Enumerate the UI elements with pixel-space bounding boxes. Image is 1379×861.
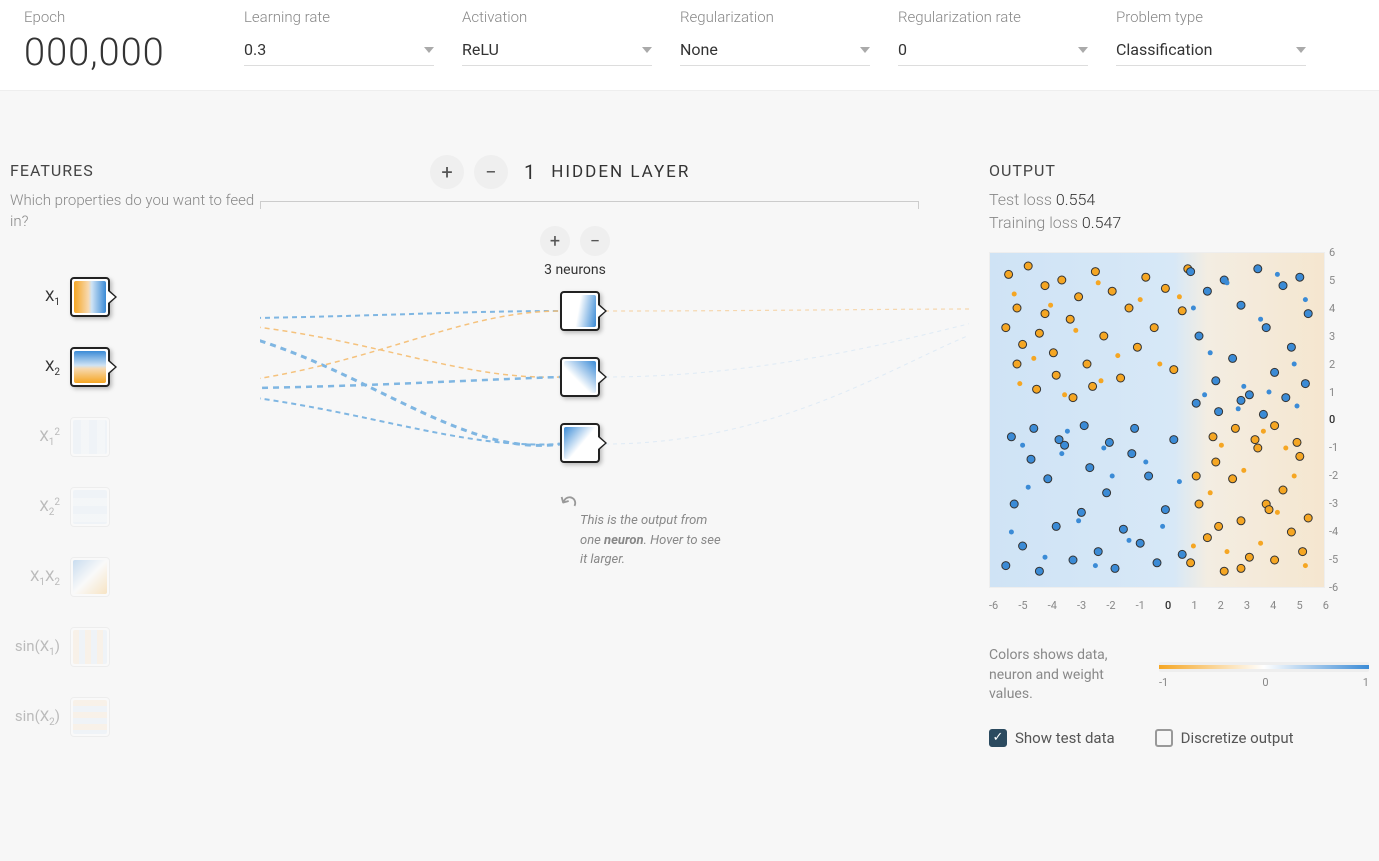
feature-x1-label: X1	[10, 287, 60, 308]
output-checkboxes: ✓ Show test data Discretize output	[989, 729, 1369, 747]
chevron-down-icon	[642, 47, 652, 53]
problem-type-group: Problem type Classification	[1102, 8, 1320, 72]
color-legend: Colors shows data, neuron and weight val…	[989, 646, 1369, 705]
regularization-group: Regularization None	[666, 8, 884, 72]
problem-type-label: Problem type	[1116, 8, 1306, 26]
learning-rate-group: Learning rate 0.3	[230, 8, 448, 72]
feature-x2sq-label: X22	[10, 497, 60, 518]
top-controls-bar: Epoch 000,000 Learning rate 0.3 Activati…	[0, 0, 1379, 91]
chevron-down-icon	[424, 47, 434, 53]
epoch-group: Epoch 000,000	[10, 8, 230, 72]
feature-list: X1 X2 X12 X22 X1X2 sin(X1)	[10, 262, 260, 752]
feature-x1sq-node[interactable]	[70, 417, 110, 457]
feature-x2-label: X2	[10, 357, 60, 378]
features-subtitle: Which properties do you want to feed in?	[10, 190, 260, 232]
output-chart: 6543210-1-2-3-4-5-6 -6-5-4-3-2-10123456	[989, 246, 1359, 606]
learning-rate-value: 0.3	[244, 40, 266, 59]
activation-select[interactable]: ReLU	[462, 34, 652, 66]
hidden-layer-count: 1	[524, 160, 535, 184]
output-scatter-svg	[989, 252, 1325, 588]
callout-arrow-icon: ↶	[553, 488, 581, 519]
checkbox-checked-icon: ✓	[989, 729, 1007, 747]
training-loss-value: 0.547	[1082, 213, 1121, 232]
network-bracket	[260, 201, 919, 209]
neuron-count-label: 3 neurons	[544, 262, 606, 278]
activation-label: Activation	[462, 8, 652, 26]
x-axis-ticks: -6-5-4-3-2-10123456	[989, 599, 1329, 612]
y-axis-ticks: 6543210-1-2-3-4-5-6	[1329, 246, 1359, 594]
discretize-output-label: Discretize output	[1181, 729, 1294, 747]
test-loss-value: 0.554	[1056, 190, 1095, 209]
legend-gradient-bar	[1159, 662, 1369, 672]
learning-rate-select[interactable]: 0.3	[244, 34, 434, 66]
feature-x2sq-node[interactable]	[70, 487, 110, 527]
feature-sinx2-label: sin(X2)	[10, 707, 60, 728]
training-loss-row: Training loss 0.547	[989, 213, 1369, 232]
show-test-data-checkbox[interactable]: ✓ Show test data	[989, 729, 1115, 747]
hidden-layer-title: HIDDEN LAYER	[551, 162, 690, 182]
regularization-label: Regularization	[680, 8, 870, 26]
neuron-1-2[interactable]	[560, 357, 600, 397]
problem-type-value: Classification	[1116, 40, 1212, 59]
feature-x1x2-label: X1X2	[10, 567, 60, 588]
features-title: FEATURES	[10, 161, 260, 180]
legend-ticks: -101	[1159, 676, 1369, 689]
chevron-down-icon	[860, 47, 870, 53]
legend-bar-wrap: -101	[1159, 662, 1369, 689]
feature-x1sq-label: X12	[10, 427, 60, 448]
feature-x2[interactable]: X2	[10, 332, 260, 402]
discretize-output-checkbox[interactable]: Discretize output	[1155, 729, 1294, 747]
neuron-1-1[interactable]	[560, 291, 600, 331]
chevron-down-icon	[1296, 47, 1306, 53]
feature-sinx1-node[interactable]	[70, 627, 110, 667]
regularization-rate-select[interactable]: 0	[898, 34, 1088, 66]
output-chart-canvas[interactable]	[989, 252, 1325, 588]
output-column: OUTPUT Test loss 0.554 Training loss 0.5…	[969, 161, 1369, 752]
hidden-layer-header: + − 1 HIDDEN LAYER	[430, 155, 690, 189]
feature-sinx2-node[interactable]	[70, 697, 110, 737]
regularization-select[interactable]: None	[680, 34, 870, 66]
activation-value: ReLU	[462, 40, 499, 59]
add-layer-button[interactable]: +	[430, 155, 464, 189]
activation-group: Activation ReLU	[448, 8, 666, 72]
feature-sinx1[interactable]: sin(X1)	[10, 612, 260, 682]
regularization-rate-label: Regularization rate	[898, 8, 1088, 26]
test-loss-row: Test loss 0.554	[989, 190, 1369, 209]
feature-x1x2[interactable]: X1X2	[10, 542, 260, 612]
feature-sinx2[interactable]: sin(X2)	[10, 682, 260, 752]
neuron-callout: This is the output from one neuron. Hove…	[580, 511, 730, 570]
output-title: OUTPUT	[989, 161, 1369, 180]
regularization-value: None	[680, 40, 718, 59]
features-column: FEATURES Which properties do you want to…	[10, 161, 260, 752]
remove-neuron-button[interactable]: −	[580, 226, 610, 256]
epoch-value: 000,000	[24, 34, 216, 72]
chevron-down-icon	[1078, 47, 1088, 53]
feature-x1[interactable]: X1	[10, 262, 260, 332]
add-neuron-button[interactable]: +	[540, 226, 570, 256]
checkbox-unchecked-icon	[1155, 729, 1173, 747]
network-column: + − 1 HIDDEN LAYER + − 3 neurons	[260, 161, 969, 752]
training-loss-label: Training loss	[989, 213, 1078, 232]
remove-layer-button[interactable]: −	[474, 155, 508, 189]
feature-sinx1-label: sin(X1)	[10, 637, 60, 658]
neuron-1-3[interactable]	[560, 423, 600, 463]
feature-x1-node[interactable]	[70, 277, 110, 317]
learning-rate-label: Learning rate	[244, 8, 434, 26]
feature-x1sq[interactable]: X12	[10, 402, 260, 472]
regularization-rate-value: 0	[898, 40, 907, 59]
epoch-label: Epoch	[24, 8, 216, 26]
problem-type-select[interactable]: Classification	[1116, 34, 1306, 66]
regularization-rate-group: Regularization rate 0	[884, 8, 1102, 72]
show-test-data-label: Show test data	[1015, 729, 1115, 747]
layer-1-controls: + − 3 neurons	[540, 226, 610, 278]
feature-x2sq[interactable]: X22	[10, 472, 260, 542]
test-loss-label: Test loss	[989, 190, 1052, 209]
feature-x2-node[interactable]	[70, 347, 110, 387]
feature-x1x2-node[interactable]	[70, 557, 110, 597]
main-area: FEATURES Which properties do you want to…	[0, 91, 1379, 752]
layer-1-neurons	[560, 291, 600, 463]
legend-text: Colors shows data, neuron and weight val…	[989, 646, 1129, 705]
